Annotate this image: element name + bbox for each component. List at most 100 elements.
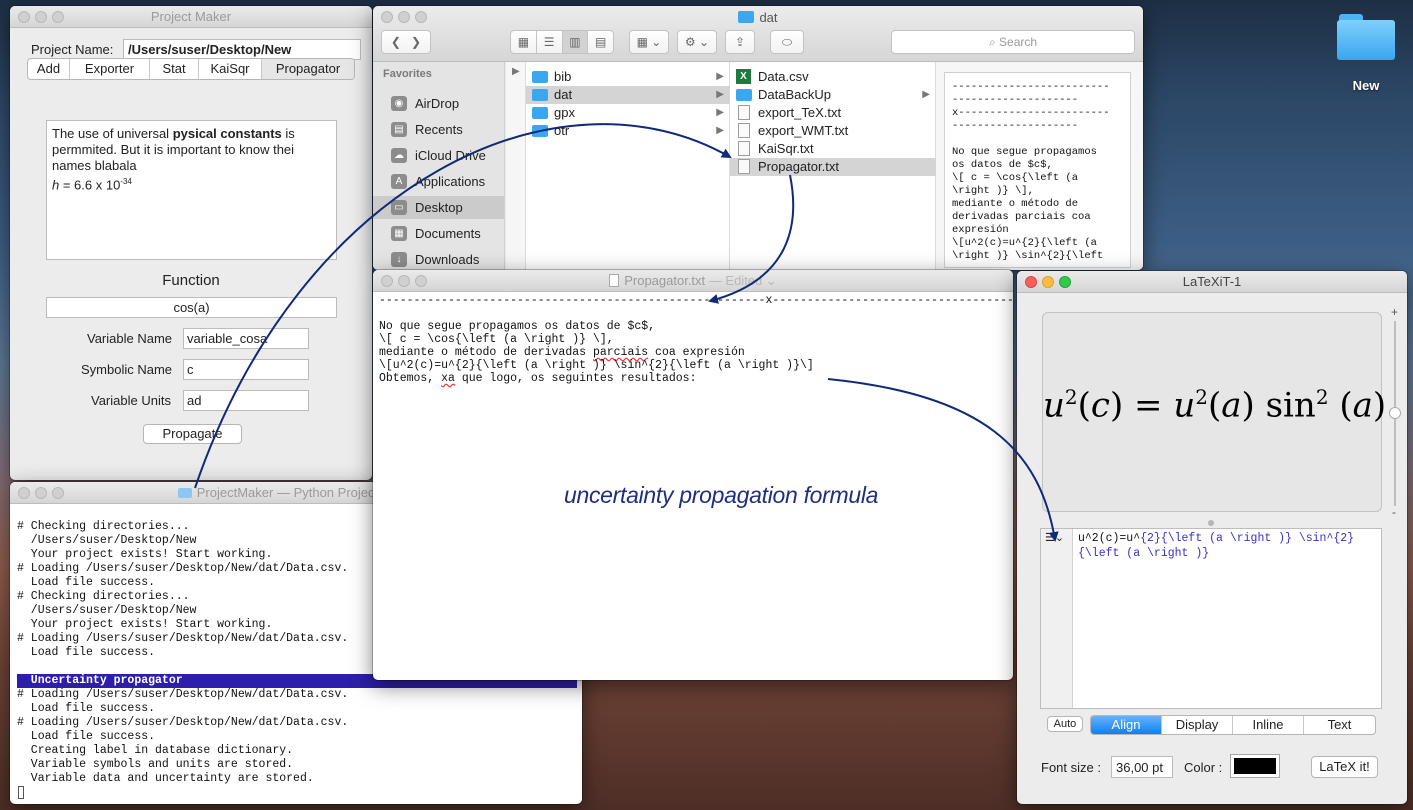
- file-item-export-wmt-txt[interactable]: export_WMT.txt: [730, 122, 936, 140]
- mode-inline[interactable]: Inline: [1233, 716, 1304, 734]
- tab-stat[interactable]: Stat: [150, 59, 199, 79]
- folder-icon: [532, 125, 548, 137]
- planck-value: = 6.6 x 10: [59, 177, 121, 193]
- project-name-field[interactable]: /Users/suser/Desktop/New: [123, 39, 361, 60]
- sidebar-item-label: Applications: [415, 174, 486, 189]
- sidebar-item-airdrop[interactable]: ◉ AirDrop: [373, 92, 504, 115]
- sidebar-item-applications[interactable]: A Applications: [373, 170, 504, 193]
- action-gear-icon[interactable]: ⚙ ⌄: [677, 30, 717, 54]
- sidebar-item-label: iCloud Drive: [415, 148, 486, 163]
- edited-indicator[interactable]: — Edited ⌄: [709, 273, 777, 288]
- minimize-button[interactable]: [1042, 276, 1054, 288]
- folder-item-bib[interactable]: bib ▶: [526, 68, 730, 86]
- zoom-slider-knob[interactable]: [1389, 407, 1401, 419]
- text-editor-window: Propagator.txt — Edited ⌄ --------------…: [373, 270, 1013, 680]
- folder-item-dat[interactable]: dat ▶: [526, 86, 730, 104]
- rendered-equation: u2(c) = u2(a) sin2 (a): [1043, 385, 1387, 426]
- variable-units-field[interactable]: ad: [183, 390, 309, 411]
- view-mode-control[interactable]: ▦ ☰ ▥ ▤: [510, 30, 614, 54]
- mode-text[interactable]: Text: [1304, 716, 1375, 734]
- zoom-button[interactable]: [1059, 276, 1071, 288]
- folder-item-gpx[interactable]: gpx ▶: [526, 104, 730, 122]
- tab-add[interactable]: Add: [28, 59, 70, 79]
- propagate-button[interactable]: Propagate: [143, 424, 242, 444]
- log-line: # Loading /Users/suser/Desktop/New/dat/D…: [17, 688, 349, 701]
- list-view-icon[interactable]: ☰: [537, 31, 563, 53]
- mode-align[interactable]: Align: [1091, 716, 1162, 734]
- editor-line: mediante o método de derivadas parciais …: [379, 346, 1013, 359]
- sidebar-item-recents[interactable]: ▤ Recents: [373, 118, 504, 141]
- forward-icon[interactable]: ❯: [411, 35, 421, 49]
- sidebar-item-downloads[interactable]: ↓ Downloads: [373, 248, 504, 270]
- column-view-icon[interactable]: ▥: [562, 31, 589, 53]
- variable-name-field[interactable]: variable_cosa: [183, 328, 309, 349]
- font-size-label: Font size :: [1041, 760, 1101, 775]
- file-item-propagator-txt[interactable]: Propagator.txt: [730, 158, 936, 176]
- editor-line: Obtemos, xa que logo, os seguintes resul…: [379, 372, 1013, 385]
- minimize-button[interactable]: [398, 275, 410, 287]
- text-file-icon: [738, 123, 750, 138]
- sidebar-item-label: Downloads: [415, 252, 480, 267]
- variable-units-label: Variable Units: [91, 393, 171, 408]
- latex-source-editor[interactable]: ☰⌄ u^2(c)=u^{2}{\left (a \right )} \sin^…: [1040, 528, 1382, 709]
- close-button[interactable]: [18, 11, 30, 23]
- tab-exporter[interactable]: Exporter: [70, 59, 150, 79]
- zoom-button[interactable]: [52, 487, 64, 499]
- close-button[interactable]: [18, 487, 30, 499]
- color-swatch: [1234, 758, 1276, 774]
- annotation-label: uncertainty propagation formula: [564, 482, 879, 508]
- back-icon[interactable]: ❮: [391, 35, 401, 49]
- disclosure-icon: ▶: [716, 125, 724, 136]
- sidebar-item-documents[interactable]: ▦ Documents: [373, 222, 504, 245]
- tab-bar: Add Exporter Stat KaiSqr Propagator: [27, 58, 355, 80]
- minimize-button[interactable]: [35, 487, 47, 499]
- variable-name-label: Variable Name: [87, 331, 173, 346]
- file-item-kaisqr-txt[interactable]: KaiSqr.txt: [730, 140, 936, 158]
- share-icon[interactable]: ⇪: [725, 30, 755, 54]
- function-field[interactable]: cos(a): [46, 297, 337, 318]
- misspelled-word: parciais: [592, 346, 649, 359]
- editor-text-area[interactable]: ----------------------------------------…: [379, 294, 1013, 385]
- mode-display[interactable]: Display: [1162, 716, 1233, 734]
- gallery-view-icon[interactable]: ▤: [588, 31, 613, 53]
- tab-kaisqr[interactable]: KaiSqr: [199, 59, 262, 79]
- file-item-databackup[interactable]: DataBackUp ▶: [730, 86, 936, 104]
- tab-propagator[interactable]: Propagator: [262, 59, 354, 79]
- desktop-folder-new[interactable]: New: [1328, 10, 1404, 93]
- close-button[interactable]: [1025, 276, 1037, 288]
- zoom-button[interactable]: [52, 11, 64, 23]
- sidebar-item-icloud-drive[interactable]: ☁ iCloud Drive: [373, 144, 504, 167]
- folder-item-otr[interactable]: otr ▶: [526, 122, 730, 140]
- text-cursor: [18, 786, 24, 799]
- symbolic-name-field[interactable]: c: [183, 359, 309, 380]
- search-field[interactable]: ⌕ Search: [891, 30, 1135, 54]
- zoom-minus-icon[interactable]: -: [1392, 505, 1396, 519]
- group-by-icon[interactable]: ▦ ⌄: [629, 30, 669, 54]
- description-text: The use of universal: [52, 126, 173, 141]
- back-forward-buttons[interactable]: ❮ ❯: [381, 30, 431, 54]
- latex-preview[interactable]: u2(c) = u2(a) sin2 (a): [1042, 312, 1387, 512]
- sidebar-item-desktop[interactable]: ▭ Desktop: [373, 196, 504, 219]
- log-line: Load file success.: [17, 702, 156, 715]
- title-bar: Project Maker: [10, 6, 372, 28]
- zoom-plus-icon[interactable]: +: [1391, 305, 1398, 319]
- latex-it-button[interactable]: LaTeX it!: [1311, 756, 1378, 778]
- latex-source-text: u^2(c)=u^{2}{\left (a \right )} \sin^{2}…: [1078, 531, 1378, 561]
- format-menu-icon[interactable]: ☰⌄: [1045, 531, 1064, 544]
- description-textarea[interactable]: The use of universal pysical constants i…: [46, 120, 337, 260]
- zoom-button[interactable]: [415, 275, 427, 287]
- folder-icon: [736, 89, 752, 101]
- font-size-field[interactable]: 36,00 pt: [1111, 756, 1173, 778]
- minimize-button[interactable]: [35, 11, 47, 23]
- splitter-handle[interactable]: [1208, 520, 1214, 526]
- file-item-data-csv[interactable]: X Data.csv: [730, 68, 936, 86]
- tag-icon[interactable]: ⬭: [770, 30, 804, 54]
- icon-view-icon[interactable]: ▦: [511, 31, 537, 53]
- column-left-strip: ▶: [506, 62, 526, 270]
- log-line: # Loading /Users/suser/Desktop/New/dat/D…: [17, 716, 349, 729]
- documents-icon: ▦: [391, 226, 407, 241]
- file-item-export-tex-txt[interactable]: export_TeX.txt: [730, 104, 936, 122]
- close-button[interactable]: [381, 275, 393, 287]
- color-well[interactable]: [1230, 754, 1280, 778]
- auto-button[interactable]: Auto: [1047, 716, 1083, 732]
